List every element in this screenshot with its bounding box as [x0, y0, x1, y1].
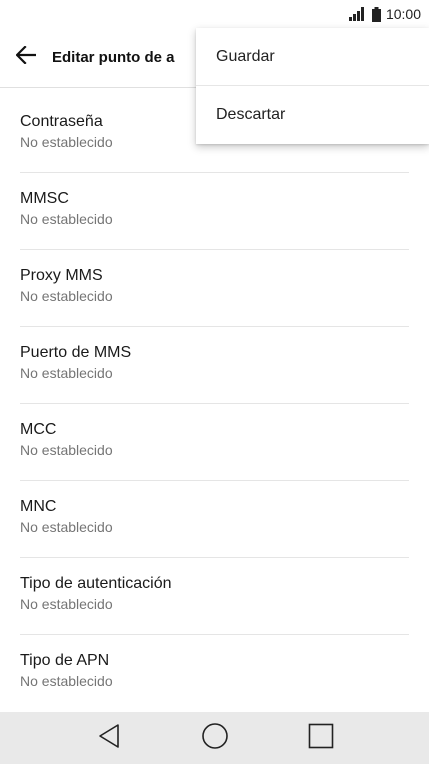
square-recents-icon [308, 723, 334, 754]
setting-value: No establecido [20, 288, 113, 304]
setting-title: Proxy MMS [20, 267, 103, 284]
overflow-menu: Guardar Descartar [196, 28, 429, 144]
setting-mms-port[interactable]: Puerto de MMS No establecido [0, 327, 429, 404]
apn-settings-list: Contraseña No establecido MMSC No establ… [0, 96, 429, 712]
nav-recents-button[interactable] [268, 712, 374, 764]
menu-item-save[interactable]: Guardar [196, 28, 429, 86]
page-title: Editar punto de a [52, 49, 175, 66]
setting-value: No establecido [20, 519, 113, 535]
status-clock: 10:00 [385, 6, 421, 22]
setting-mmsc[interactable]: MMSC No establecido [0, 173, 429, 250]
setting-title: MNC [20, 498, 57, 515]
status-bar: 10:00 [0, 0, 429, 28]
setting-mnc[interactable]: MNC No establecido [0, 481, 429, 558]
setting-value: No establecido [20, 596, 113, 612]
setting-title: Tipo de autenticación [20, 575, 172, 592]
setting-value: No establecido [20, 365, 113, 381]
arrow-left-icon [15, 45, 37, 69]
setting-title: MMSC [20, 190, 69, 207]
circle-home-icon [201, 722, 229, 755]
setting-mms-proxy[interactable]: Proxy MMS No establecido [0, 250, 429, 327]
setting-mcc[interactable]: MCC No establecido [0, 404, 429, 481]
setting-apn-type[interactable]: Tipo de APN No establecido [0, 635, 429, 712]
setting-value: No establecido [20, 673, 113, 689]
setting-value: No establecido [20, 442, 113, 458]
setting-value: No establecido [20, 211, 113, 227]
setting-auth-type[interactable]: Tipo de autenticación No establecido [0, 558, 429, 635]
menu-item-discard[interactable]: Descartar [196, 86, 429, 144]
setting-title: Puerto de MMS [20, 344, 132, 361]
triangle-back-icon [97, 723, 121, 754]
setting-title: Tipo de APN [20, 652, 110, 669]
signal-bars-icon [348, 7, 367, 21]
setting-title: MCC [20, 421, 57, 438]
nav-home-button[interactable] [162, 712, 268, 764]
battery-icon [371, 6, 381, 22]
nav-back-button[interactable] [56, 712, 162, 764]
back-button[interactable] [0, 28, 52, 88]
navigation-bar [0, 712, 429, 764]
